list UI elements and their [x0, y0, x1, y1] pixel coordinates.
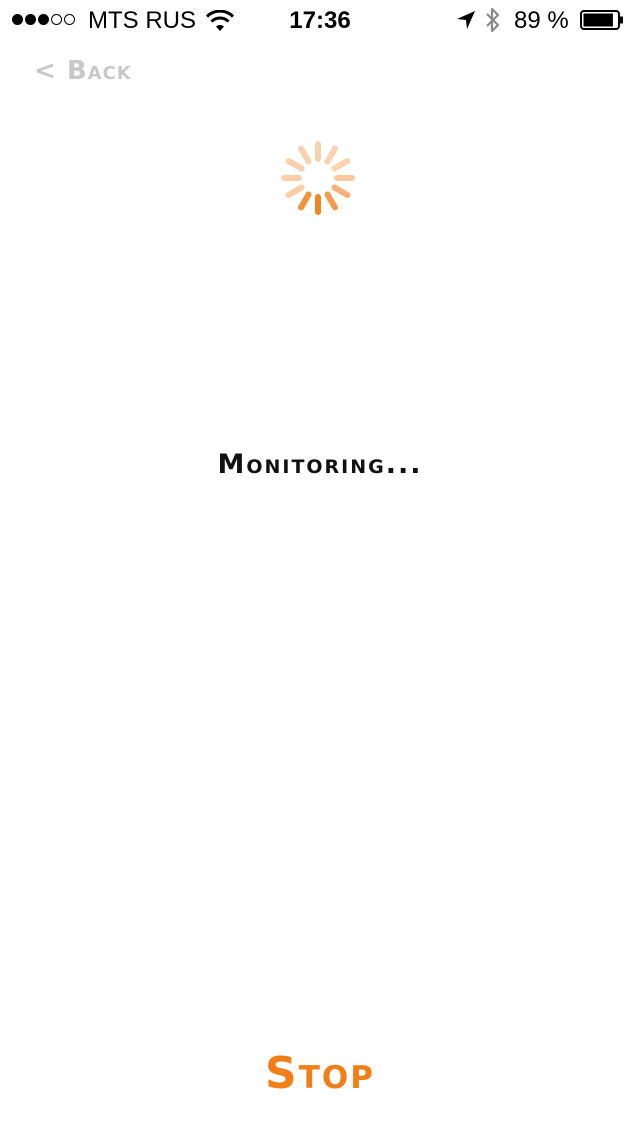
- activity-spinner-icon: [281, 141, 355, 215]
- spinner-spoke: [324, 191, 338, 211]
- spinner-spoke: [298, 191, 312, 211]
- spinner-spoke: [331, 158, 351, 172]
- spinner-spoke: [285, 158, 305, 172]
- spinner-spoke: [324, 145, 338, 165]
- battery-icon: [580, 10, 623, 30]
- stop-button[interactable]: Stop: [200, 1046, 440, 1102]
- spinner-spoke: [285, 184, 305, 198]
- monitoring-status-text: Monitoring...: [217, 449, 423, 480]
- spinner-spoke: [298, 145, 312, 165]
- spinner-spoke: [331, 184, 351, 198]
- location-arrow-icon: [457, 11, 475, 29]
- status-bar: MTS RUS 17:36 89 %: [0, 0, 640, 40]
- bluetooth-icon: [486, 7, 500, 33]
- battery-percentage: 89 %: [514, 7, 569, 34]
- back-button[interactable]: < Back: [34, 56, 132, 86]
